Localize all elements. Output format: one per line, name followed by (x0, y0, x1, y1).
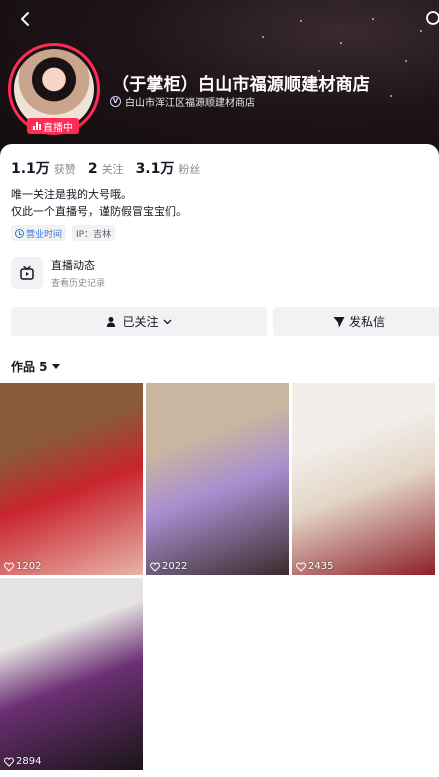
stat-following[interactable]: 2 关注 (88, 161, 124, 177)
heart-icon (296, 561, 306, 572)
action-buttons: 已关注 发私信 (11, 307, 439, 336)
bio-line-2: 仅此一个直播号，谨防假冒宝宝们。 (11, 205, 187, 218)
bio: 唯一关注是我的大号哦。 仅此一个直播号，谨防假冒宝宝们。 (11, 186, 187, 220)
like-count: 2435 (296, 561, 333, 572)
dropdown-triangle-icon (51, 364, 60, 369)
business-hours-label: 营业时间 (26, 229, 63, 240)
stats-row: 1.1万 获赞 2 关注 3.1万 粉丝 (11, 158, 200, 178)
stat-followers[interactable]: 3.1万 粉丝 (136, 158, 201, 178)
works-title-label: 作品 5 (11, 360, 48, 374)
user-check-icon (107, 316, 116, 327)
back-button[interactable] (14, 8, 36, 30)
like-count-value: 2022 (162, 561, 188, 572)
verified-label: 白山市浑江区福源顺建材商店 (125, 98, 255, 109)
avatar (14, 49, 94, 129)
live-history-entry[interactable]: 直播动态 查看历史记录 (11, 257, 105, 289)
profile-tags: 营业时间 IP：吉林 (11, 225, 116, 241)
heart-icon (150, 561, 160, 572)
like-count: 2022 (150, 561, 187, 572)
works-tab[interactable]: 作品 5 (11, 358, 60, 375)
stat-following-label: 关注 (101, 163, 124, 176)
stat-likes-value: 1.1万 (11, 161, 50, 177)
refresh-icon (426, 11, 439, 25)
video-thumbnail (0, 578, 143, 770)
message-label: 发私信 (348, 315, 385, 329)
shop-name: （于掌柜）白山市福源顺建材商店 (112, 75, 370, 95)
verified-line: V 白山市浑江区福源顺建材商店 (110, 94, 255, 109)
like-count-value: 2435 (308, 561, 334, 572)
clock-icon (15, 228, 24, 238)
chevron-down-icon (163, 319, 171, 324)
video-tile[interactable]: 1202 (0, 383, 143, 575)
video-thumbnail (146, 383, 289, 575)
message-button[interactable]: 发私信 (273, 307, 439, 336)
verified-icon: V (110, 96, 121, 107)
video-tile[interactable]: 2435 (292, 383, 435, 575)
bio-line-1: 唯一关注是我的大号哦。 (11, 188, 132, 201)
video-tile[interactable]: 2022 (146, 383, 289, 575)
following-button[interactable]: 已关注 (11, 307, 267, 336)
like-count-value: 1202 (16, 561, 42, 572)
send-icon (333, 316, 345, 327)
tv-icon (20, 265, 34, 280)
live-badge-label: 直播中 (43, 122, 73, 134)
stat-likes[interactable]: 1.1万 获赞 (11, 158, 76, 178)
like-count: 1202 (4, 561, 41, 572)
like-count-value: 2894 (16, 756, 42, 767)
stat-following-value: 2 (87, 161, 98, 177)
live-badge[interactable]: 直播中 (27, 118, 79, 134)
profile-banner: 直播中 （于掌柜）白山市福源顺建材商店 V 白山市浑江区福源顺建材商店 (0, 0, 439, 156)
following-label: 已关注 (122, 315, 159, 329)
video-tile[interactable]: 2894 (0, 578, 143, 770)
ip-label: IP：吉林 (76, 229, 112, 240)
video-thumbnail (292, 383, 435, 575)
live-feed-title: 直播动态 (51, 259, 95, 272)
stat-followers-label: 粉丝 (178, 163, 201, 176)
business-hours-tag[interactable]: 营业时间 (11, 225, 67, 241)
video-thumbnail (0, 383, 143, 575)
live-bars-icon (33, 122, 41, 130)
live-feed-subtitle: 查看历史记录 (51, 279, 106, 289)
heart-icon (4, 561, 14, 572)
more-button[interactable] (423, 8, 439, 30)
stat-followers-value: 3.1万 (135, 161, 175, 177)
stat-likes-label: 获赞 (53, 163, 76, 176)
ip-tag: IP：吉林 (72, 225, 116, 241)
chevron-left-icon (21, 12, 29, 26)
tv-icon-box (11, 257, 43, 289)
like-count: 2894 (4, 756, 41, 767)
heart-icon (4, 756, 14, 767)
